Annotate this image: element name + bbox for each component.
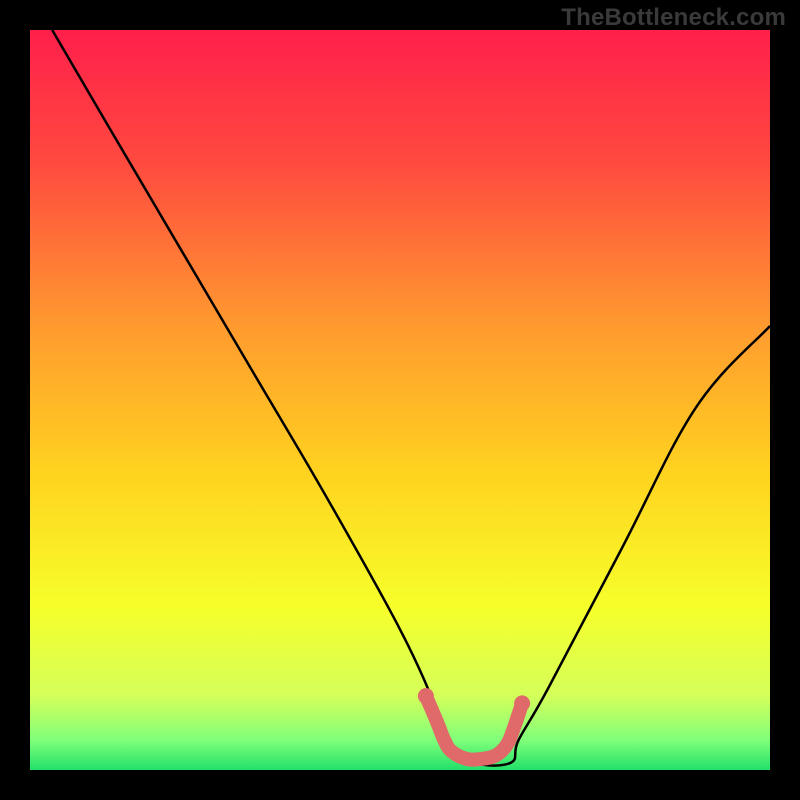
bottleneck-chart <box>0 0 800 800</box>
plot-background <box>30 30 770 770</box>
chart-frame: TheBottleneck.com <box>0 0 800 800</box>
watermark-text: TheBottleneck.com <box>561 4 786 32</box>
